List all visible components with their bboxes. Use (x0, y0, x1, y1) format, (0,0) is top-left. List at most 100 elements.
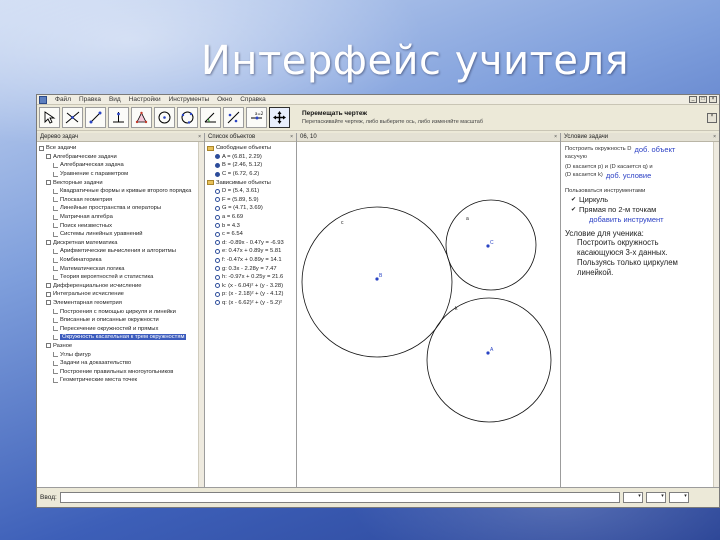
folder-icon[interactable] (207, 145, 214, 151)
tree-item[interactable]: Матричная алгебра (39, 213, 202, 222)
tree-item[interactable]: Задачи на доказательство (39, 359, 202, 368)
object-item[interactable]: a = 6.69 (207, 213, 294, 222)
hidden-dot-icon[interactable] (215, 274, 220, 280)
object-item[interactable]: d: -0.89x - 0.47y = -6.93 (207, 239, 294, 248)
object-item[interactable]: b = 4.3 (207, 221, 294, 230)
leaf-icon[interactable] (53, 334, 58, 340)
slider-icon[interactable]: a=2 (246, 107, 267, 128)
geometry-svg[interactable]: B C A c a k (297, 142, 559, 478)
expand-icon[interactable] (46, 300, 51, 306)
object-item[interactable]: k: (x - 6.04)² + (y - 3.28) (207, 282, 294, 291)
circle-icon[interactable] (154, 107, 175, 128)
object-item[interactable]: C = (6.72, 6.2) (207, 170, 294, 179)
perpendicular-icon[interactable] (108, 107, 129, 128)
hidden-dot-icon[interactable] (215, 205, 220, 211)
object-item[interactable]: h: -0.97x + 0.25y = 21.6 (207, 273, 294, 282)
hidden-dot-icon[interactable] (215, 257, 220, 263)
hidden-dot-icon[interactable] (215, 188, 220, 194)
maximize-icon[interactable]: □ (699, 96, 707, 103)
tree-item[interactable]: Построение правильных многоугольников (39, 367, 202, 376)
pane-close-icon[interactable]: × (554, 134, 557, 140)
add-condition-link[interactable]: доб. условие (606, 171, 651, 180)
leaf-icon[interactable] (53, 205, 58, 211)
tree-item[interactable]: Построения с помощью циркуля и линейки (39, 307, 202, 316)
tree-item[interactable]: Дискретная математика (39, 239, 202, 248)
add-tool-link[interactable]: добавить инструмент (589, 215, 664, 224)
expand-icon[interactable] (46, 291, 51, 297)
leaf-icon[interactable] (53, 197, 58, 203)
object-item[interactable]: F = (5.89, 5.9) (207, 196, 294, 205)
tree-item[interactable]: Углы фигур (39, 350, 202, 359)
object-item[interactable]: G = (4.71, 3.69) (207, 204, 294, 213)
tree-item[interactable]: Уравнение с параметром (39, 170, 202, 179)
hidden-dot-icon[interactable] (215, 240, 220, 246)
leaf-icon[interactable] (53, 188, 58, 194)
close-icon[interactable]: × (709, 96, 717, 103)
tree-item[interactable]: Поиск неизвестных (39, 221, 202, 230)
menu-view[interactable]: Вид (105, 96, 125, 103)
tree-item[interactable]: Дифференциальное исчисление (39, 282, 202, 291)
function-select[interactable]: ▾ (622, 492, 643, 503)
expand-icon[interactable] (46, 283, 51, 289)
tree-item[interactable]: Алгебраическая задача (39, 161, 202, 170)
tree-item[interactable]: Элементарная геометрия (39, 299, 202, 308)
object-item[interactable]: e: 0.47x + 0.89y = 5.81 (207, 247, 294, 256)
move-icon[interactable] (39, 107, 60, 128)
hidden-dot-icon[interactable] (215, 214, 220, 220)
tree-item[interactable]: Теория вероятностей и статистика (39, 273, 202, 282)
hidden-dot-icon[interactable] (215, 248, 220, 254)
tree-item[interactable]: Системы линейных уравнений (39, 230, 202, 239)
leaf-icon[interactable] (53, 231, 58, 237)
visible-dot-icon[interactable] (215, 162, 220, 168)
add-object-link[interactable]: доб. объект (634, 145, 675, 154)
leaf-icon[interactable] (53, 214, 58, 220)
hidden-dot-icon[interactable] (215, 300, 220, 306)
object-item[interactable]: g: 0.3x - 2.28y = 7.47 (207, 264, 294, 273)
tree-item[interactable]: Плоская геометрия (39, 196, 202, 205)
command-input[interactable] (59, 492, 620, 503)
tree-item[interactable]: Интегральное исчисление (39, 290, 202, 299)
object-item[interactable]: p: (x - 2.18)² + (y - 4.12) (207, 290, 294, 299)
circle-k[interactable] (426, 297, 552, 423)
leaf-icon[interactable] (53, 171, 58, 177)
tree-item[interactable]: Все задачи (39, 144, 202, 153)
tree-item[interactable]: Вписанные и описанные окружности (39, 316, 202, 325)
hidden-dot-icon[interactable] (215, 266, 220, 272)
hidden-dot-icon[interactable] (215, 283, 220, 289)
menu-window[interactable]: Окно (213, 96, 236, 103)
leaf-icon[interactable] (53, 162, 58, 168)
object-item[interactable]: Зависимые объекты (207, 178, 294, 187)
tree-item[interactable]: Линейные пространства и операторы (39, 204, 202, 213)
tree-item[interactable]: Алгебраические задачи (39, 153, 202, 162)
command-select[interactable]: ▾ (668, 492, 689, 503)
pane-close-icon[interactable]: × (290, 134, 293, 140)
pane-close-icon[interactable]: × (713, 134, 716, 140)
leaf-icon[interactable] (53, 309, 58, 315)
leaf-icon[interactable] (53, 369, 58, 375)
menu-file[interactable]: Файл (51, 96, 75, 103)
reflect-icon[interactable] (223, 107, 244, 128)
tree-item[interactable]: Геометрические места точек (39, 376, 202, 385)
task-tree-scrollbar[interactable] (198, 142, 204, 487)
expand-icon[interactable] (46, 240, 51, 246)
leaf-icon[interactable] (53, 326, 58, 332)
leaf-icon[interactable] (53, 223, 58, 229)
object-item[interactable]: f: -0.47x + 0.89y = 14.1 (207, 256, 294, 265)
move-view-icon[interactable] (269, 107, 290, 128)
leaf-icon[interactable] (53, 377, 58, 383)
tree-item[interactable]: Квадратичные формы и кривые второго поря… (39, 187, 202, 196)
hidden-dot-icon[interactable] (215, 197, 220, 203)
polygon-icon[interactable] (131, 107, 152, 128)
line-icon[interactable] (62, 107, 83, 128)
object-item[interactable]: Свободные объекты (207, 144, 294, 153)
leaf-icon[interactable] (53, 248, 58, 254)
folder-icon[interactable] (207, 180, 214, 186)
menu-edit[interactable]: Правка (75, 96, 105, 103)
visible-dot-icon[interactable] (215, 154, 220, 160)
hidden-dot-icon[interactable] (215, 231, 220, 237)
segment-icon[interactable] (85, 107, 106, 128)
hidden-dot-icon[interactable] (215, 223, 220, 229)
angle-icon[interactable] (200, 107, 221, 128)
object-item[interactable]: q: (x - 6.62)² + (y - 5.2)² (207, 299, 294, 308)
pane-close-icon[interactable]: × (198, 134, 201, 140)
